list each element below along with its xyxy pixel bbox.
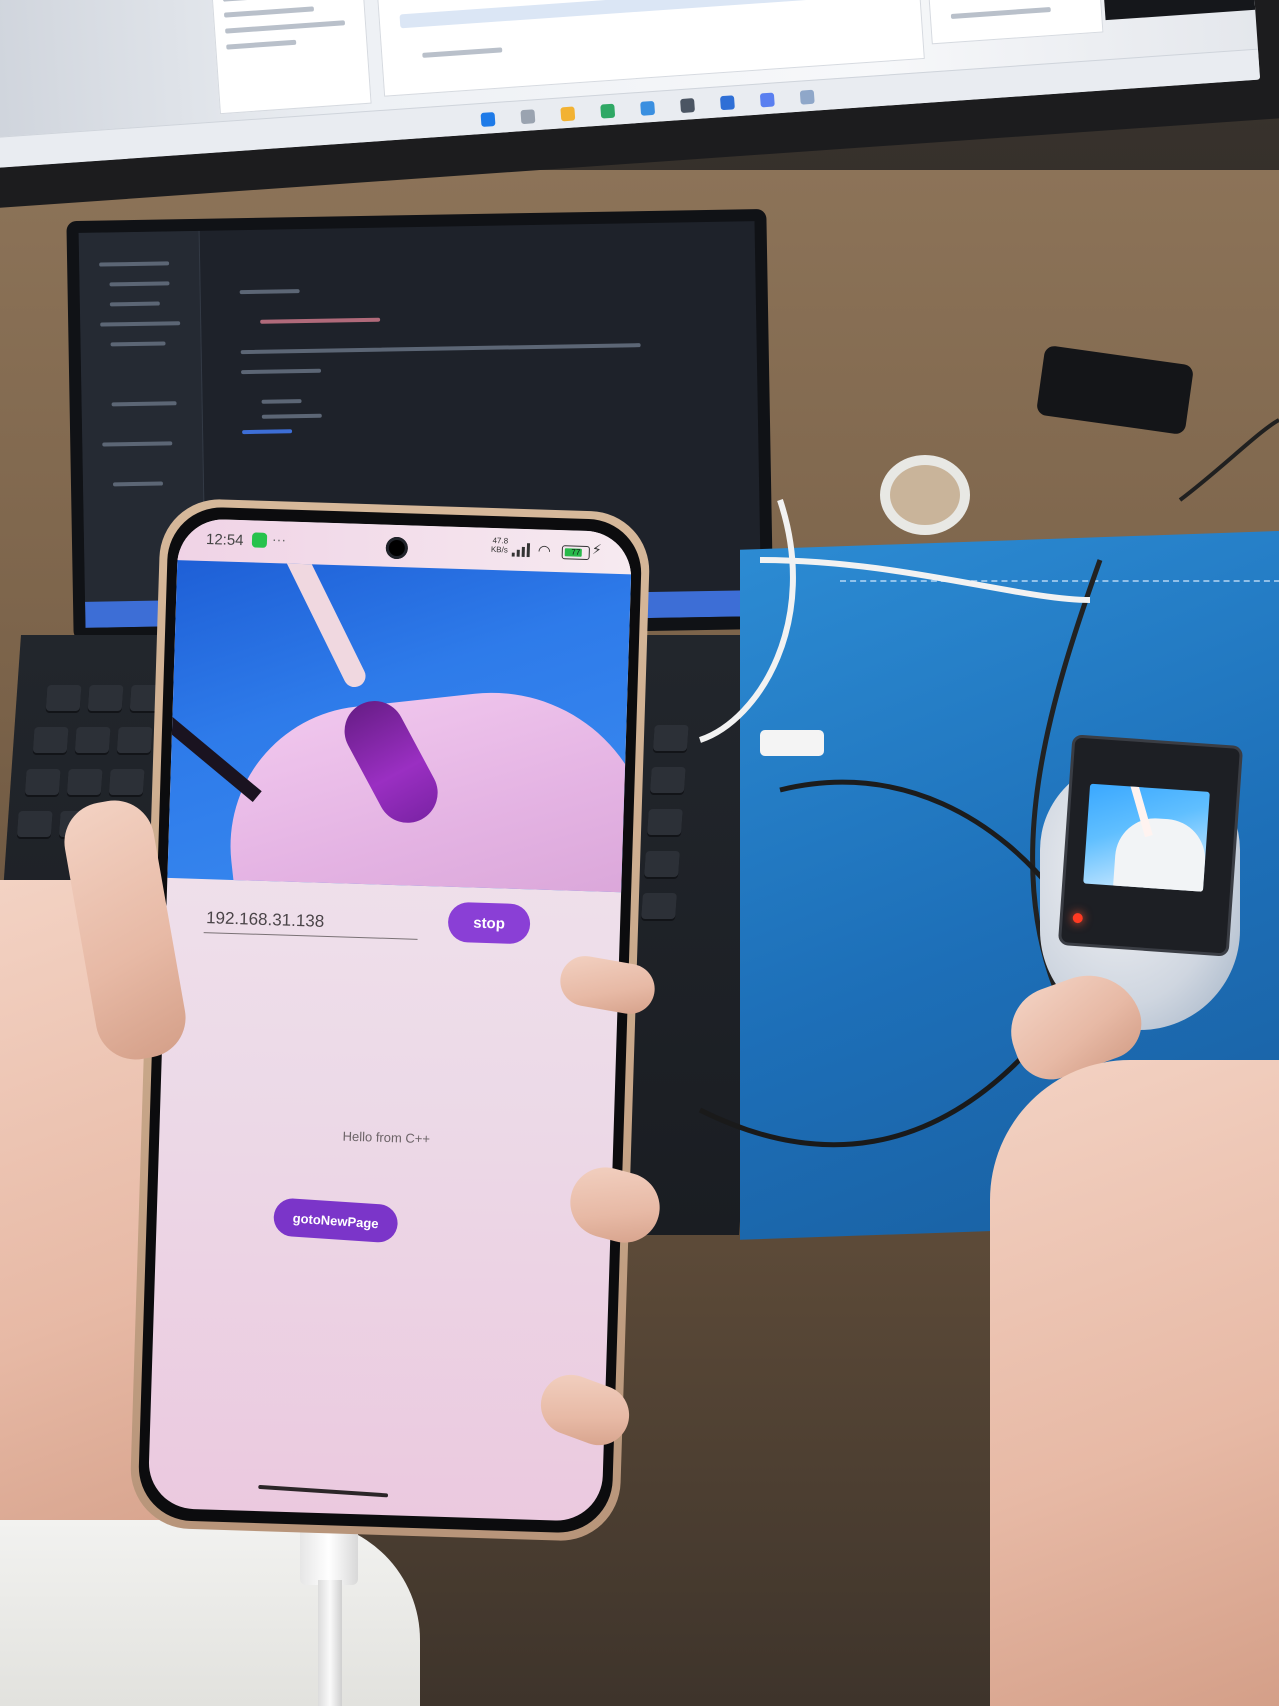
stream-shadow bbox=[167, 714, 262, 803]
monitor-panel bbox=[210, 0, 372, 115]
status-time: 12:54 bbox=[205, 530, 244, 550]
lcd-dev-board bbox=[1057, 734, 1244, 957]
board-led bbox=[1072, 912, 1084, 924]
monitor-dark-panel bbox=[1097, 0, 1256, 21]
phone-screen: 12:54 ··· 47.8 KB/s ◠ 77 ⚡ 192.168.31.13… bbox=[147, 518, 633, 1522]
network-speed-unit: KB/s bbox=[490, 544, 508, 555]
tape-roll bbox=[880, 455, 970, 535]
goto-new-page-button[interactable]: gotoNewPage bbox=[272, 1197, 399, 1244]
charging-icon: ⚡ bbox=[591, 541, 602, 558]
hello-text: Hello from C++ bbox=[342, 1128, 431, 1147]
mat-ruler-markings bbox=[840, 580, 1279, 596]
status-more-indicator: ··· bbox=[271, 531, 287, 548]
battery-level-label: 77 bbox=[571, 547, 581, 557]
stream-mouse-cable bbox=[274, 560, 370, 691]
wechat-icon bbox=[251, 532, 268, 548]
right-hand bbox=[990, 1060, 1279, 1706]
board-lcd-screen bbox=[1083, 783, 1210, 892]
wifi-icon: ◠ bbox=[537, 542, 552, 560]
battery-icon: 77 bbox=[561, 545, 590, 561]
monitor-panel bbox=[923, 0, 1104, 45]
usb-cable bbox=[318, 1580, 342, 1706]
ip-address-input[interactable] bbox=[203, 904, 419, 940]
stop-button[interactable]: stop bbox=[447, 901, 531, 945]
network-speed: 47.8 KB/s bbox=[480, 536, 508, 555]
signal-icon bbox=[511, 543, 531, 558]
camera-stream-view bbox=[167, 560, 632, 893]
home-indicator[interactable] bbox=[258, 1484, 389, 1498]
